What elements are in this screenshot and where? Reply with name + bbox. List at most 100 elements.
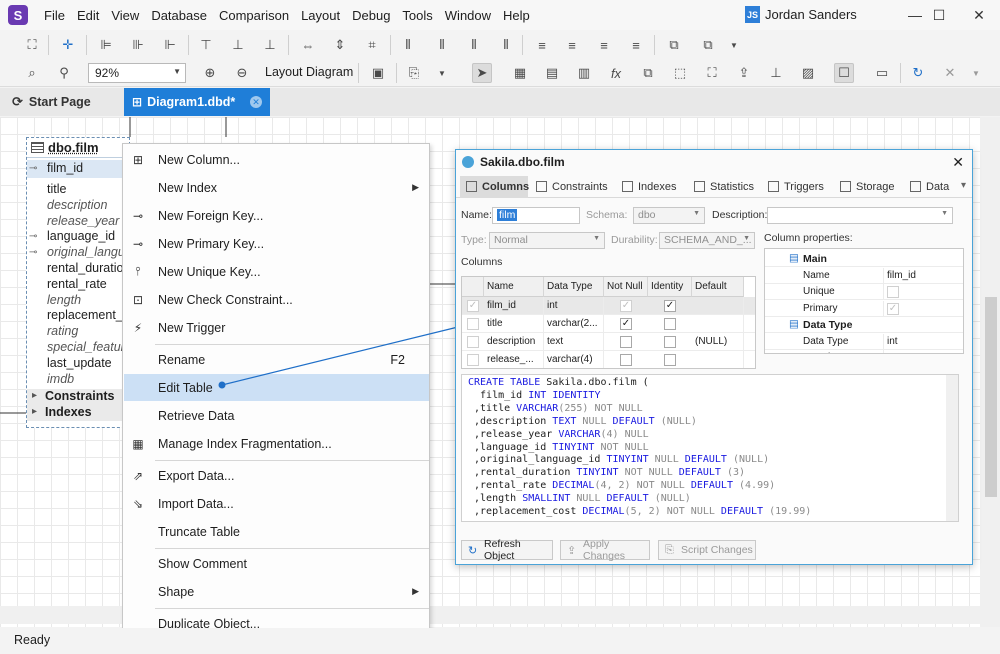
dialog-tab-statistics[interactable]: Statistics xyxy=(688,176,760,198)
stamp-icon[interactable]: ⊥ xyxy=(766,63,786,83)
entity-film[interactable]: dbo.film ⊸ film_id title description relea… xyxy=(26,137,130,428)
cell-data-type[interactable]: varchar(2... xyxy=(544,315,604,333)
refresh-object-button[interactable]: ↻ Refresh Object xyxy=(461,538,553,562)
table-row[interactable]: release_... varchar(4) xyxy=(462,351,755,368)
close-window-icon[interactable]: ✕ xyxy=(956,0,1000,30)
ctx-item-new-primary-key[interactable]: ⊸ New Primary Key... xyxy=(124,230,429,257)
row-select-checkbox[interactable]: ✓ xyxy=(467,300,479,312)
ctx-item-export-data[interactable]: ⇗ Export Data... xyxy=(124,462,429,489)
column-header[interactable]: Default xyxy=(692,277,744,297)
menu-edit[interactable]: Edit xyxy=(71,8,105,23)
note-icon[interactable]: ▭ xyxy=(872,63,892,83)
dialog-tabs-more-icon[interactable]: ▾ xyxy=(961,180,966,191)
ctx-item-new-index[interactable]: New Index ▶ xyxy=(124,174,429,201)
ctx-item-new-trigger[interactable]: ⚡ New Trigger xyxy=(124,314,429,341)
property-row[interactable]: Unique xyxy=(765,284,963,300)
menu-file[interactable]: File xyxy=(38,8,71,23)
identity-checkbox[interactable] xyxy=(664,336,676,348)
dialog-tab-data[interactable]: Data xyxy=(904,176,954,198)
ctx-item-manage-index-fragmentation[interactable]: ▦ Manage Index Fragmentation... xyxy=(124,430,429,457)
property-group[interactable]: ▤ Main xyxy=(765,251,963,267)
description-input[interactable]: ▼ xyxy=(767,207,953,224)
comment-icon[interactable]: ☐ xyxy=(834,63,854,83)
h-spacing-icon[interactable]: ⫴ xyxy=(398,35,418,55)
zoom-icon[interactable]: ⚲ xyxy=(54,63,74,83)
entity-column[interactable]: special_featur xyxy=(47,340,125,354)
page-dropdown-icon[interactable]: ▼ xyxy=(432,63,452,83)
not-null-checkbox[interactable] xyxy=(620,336,632,348)
cell-default[interactable] xyxy=(692,351,744,368)
align-middle-icon[interactable]: ⊥ xyxy=(228,35,248,55)
apply-changes-button[interactable]: ⇪ Apply Changes xyxy=(560,538,650,562)
schema-select[interactable]: dbo ▼ xyxy=(633,207,705,224)
function-icon[interactable]: fx xyxy=(606,63,626,83)
cell-default[interactable] xyxy=(692,297,744,315)
property-row[interactable]: Length4 xyxy=(765,350,963,353)
column-header[interactable]: Data Type xyxy=(544,277,604,297)
image-icon[interactable]: ▨ xyxy=(798,63,818,83)
toolbar-dropdown-icon[interactable]: ▼ xyxy=(966,63,986,83)
ctx-item-shape[interactable]: Shape ▶ xyxy=(124,578,429,605)
script-changes-button[interactable]: ⎘ Script Changes xyxy=(658,540,756,560)
ctx-item-new-column[interactable]: ⊞ New Column... xyxy=(124,146,429,173)
name-input[interactable]: film xyxy=(492,207,580,224)
same-width-icon[interactable]: ⇔ xyxy=(298,35,318,55)
cell-name[interactable]: film_id xyxy=(484,297,544,315)
menu-window[interactable]: Window xyxy=(439,8,497,23)
cell-name[interactable]: description xyxy=(484,333,544,351)
durability-select[interactable]: SCHEMA_AND_... ▼ xyxy=(659,232,755,249)
table-icon[interactable]: ▦ xyxy=(510,63,530,83)
not-null-checkbox[interactable]: ✓ xyxy=(620,318,632,330)
zoom-in-icon[interactable]: ⊕ xyxy=(200,63,220,83)
bring-front-icon[interactable]: ⧉ xyxy=(664,35,684,55)
entity-column[interactable]: length xyxy=(47,293,81,307)
menu-layout[interactable]: Layout xyxy=(295,8,346,23)
ctx-item-truncate-table[interactable]: Truncate Table xyxy=(124,518,429,545)
close-tab-icon[interactable]: ✕ xyxy=(250,96,262,108)
property-row[interactable]: Primary ✓ xyxy=(765,300,963,317)
layout-diagram-button[interactable]: Layout Diagram xyxy=(265,65,353,79)
ctx-item-import-data[interactable]: ⇘ Import Data... xyxy=(124,490,429,517)
entity-column[interactable]: rental_rate xyxy=(47,277,107,291)
ctx-item-show-comment[interactable]: Show Comment xyxy=(124,550,429,577)
menu-help[interactable]: Help xyxy=(497,8,536,23)
column-header[interactable]: Identity xyxy=(648,277,692,297)
v-spacing-dec-icon[interactable]: ≡ xyxy=(594,35,614,55)
cell-name[interactable]: title xyxy=(484,315,544,333)
cancel-icon[interactable]: ✕ xyxy=(940,63,960,83)
entity-column[interactable]: title xyxy=(47,182,66,196)
dialog-tab-indexes[interactable]: Indexes xyxy=(616,176,686,198)
pointer-icon[interactable]: ➤ xyxy=(472,63,492,83)
not-null-checkbox[interactable]: ✓ xyxy=(620,300,632,312)
menu-view[interactable]: View xyxy=(105,8,145,23)
entity-column[interactable]: rental_duratio xyxy=(47,261,123,275)
align-center-icon[interactable]: ⊪ xyxy=(128,35,148,55)
column-header[interactable]: Not Null xyxy=(604,277,648,297)
table-row[interactable]: title varchar(2... ✓ xyxy=(462,315,755,333)
entity-column[interactable]: last_update xyxy=(47,356,112,370)
order-dropdown-icon[interactable]: ▼ xyxy=(724,35,744,55)
same-height-icon[interactable]: ⇕ xyxy=(330,35,350,55)
entity-header[interactable]: dbo.film xyxy=(27,138,129,158)
property-checkbox[interactable]: ✓ xyxy=(887,302,899,315)
v-spacing-inc-icon[interactable]: ≡ xyxy=(562,35,582,55)
image-export-icon[interactable]: ▣ xyxy=(368,63,388,83)
entity-column[interactable]: release_year xyxy=(47,214,119,228)
v-spacing-remove-icon[interactable]: ≡ xyxy=(626,35,646,55)
frame-icon[interactable]: ⛶ xyxy=(702,63,722,83)
ctx-item-edit-table[interactable]: Edit Table xyxy=(124,374,429,401)
entity-column[interactable]: description xyxy=(47,198,107,212)
property-group[interactable]: ▤ Data Type xyxy=(765,317,963,333)
align-right-icon[interactable]: ⊩ xyxy=(160,35,180,55)
property-row[interactable]: Name film_id xyxy=(765,267,963,284)
ctx-item-new-check-constraint[interactable]: ⊡ New Check Constraint... xyxy=(124,286,429,313)
entity-column[interactable]: original_langu xyxy=(47,245,125,259)
row-select-checkbox[interactable] xyxy=(467,336,479,348)
cell-default[interactable] xyxy=(692,315,744,333)
send-back-icon[interactable]: ⧉ xyxy=(698,35,718,55)
zoom-out-icon[interactable]: ⊖ xyxy=(232,63,252,83)
entity-group-indexes[interactable]: Indexes xyxy=(27,405,129,421)
canvas-vertical-scrollbar[interactable] xyxy=(980,117,1000,627)
zoom-select[interactable]: 92% ▼ xyxy=(88,63,186,83)
ctx-item-retrieve-data[interactable]: Retrieve Data xyxy=(124,402,429,429)
